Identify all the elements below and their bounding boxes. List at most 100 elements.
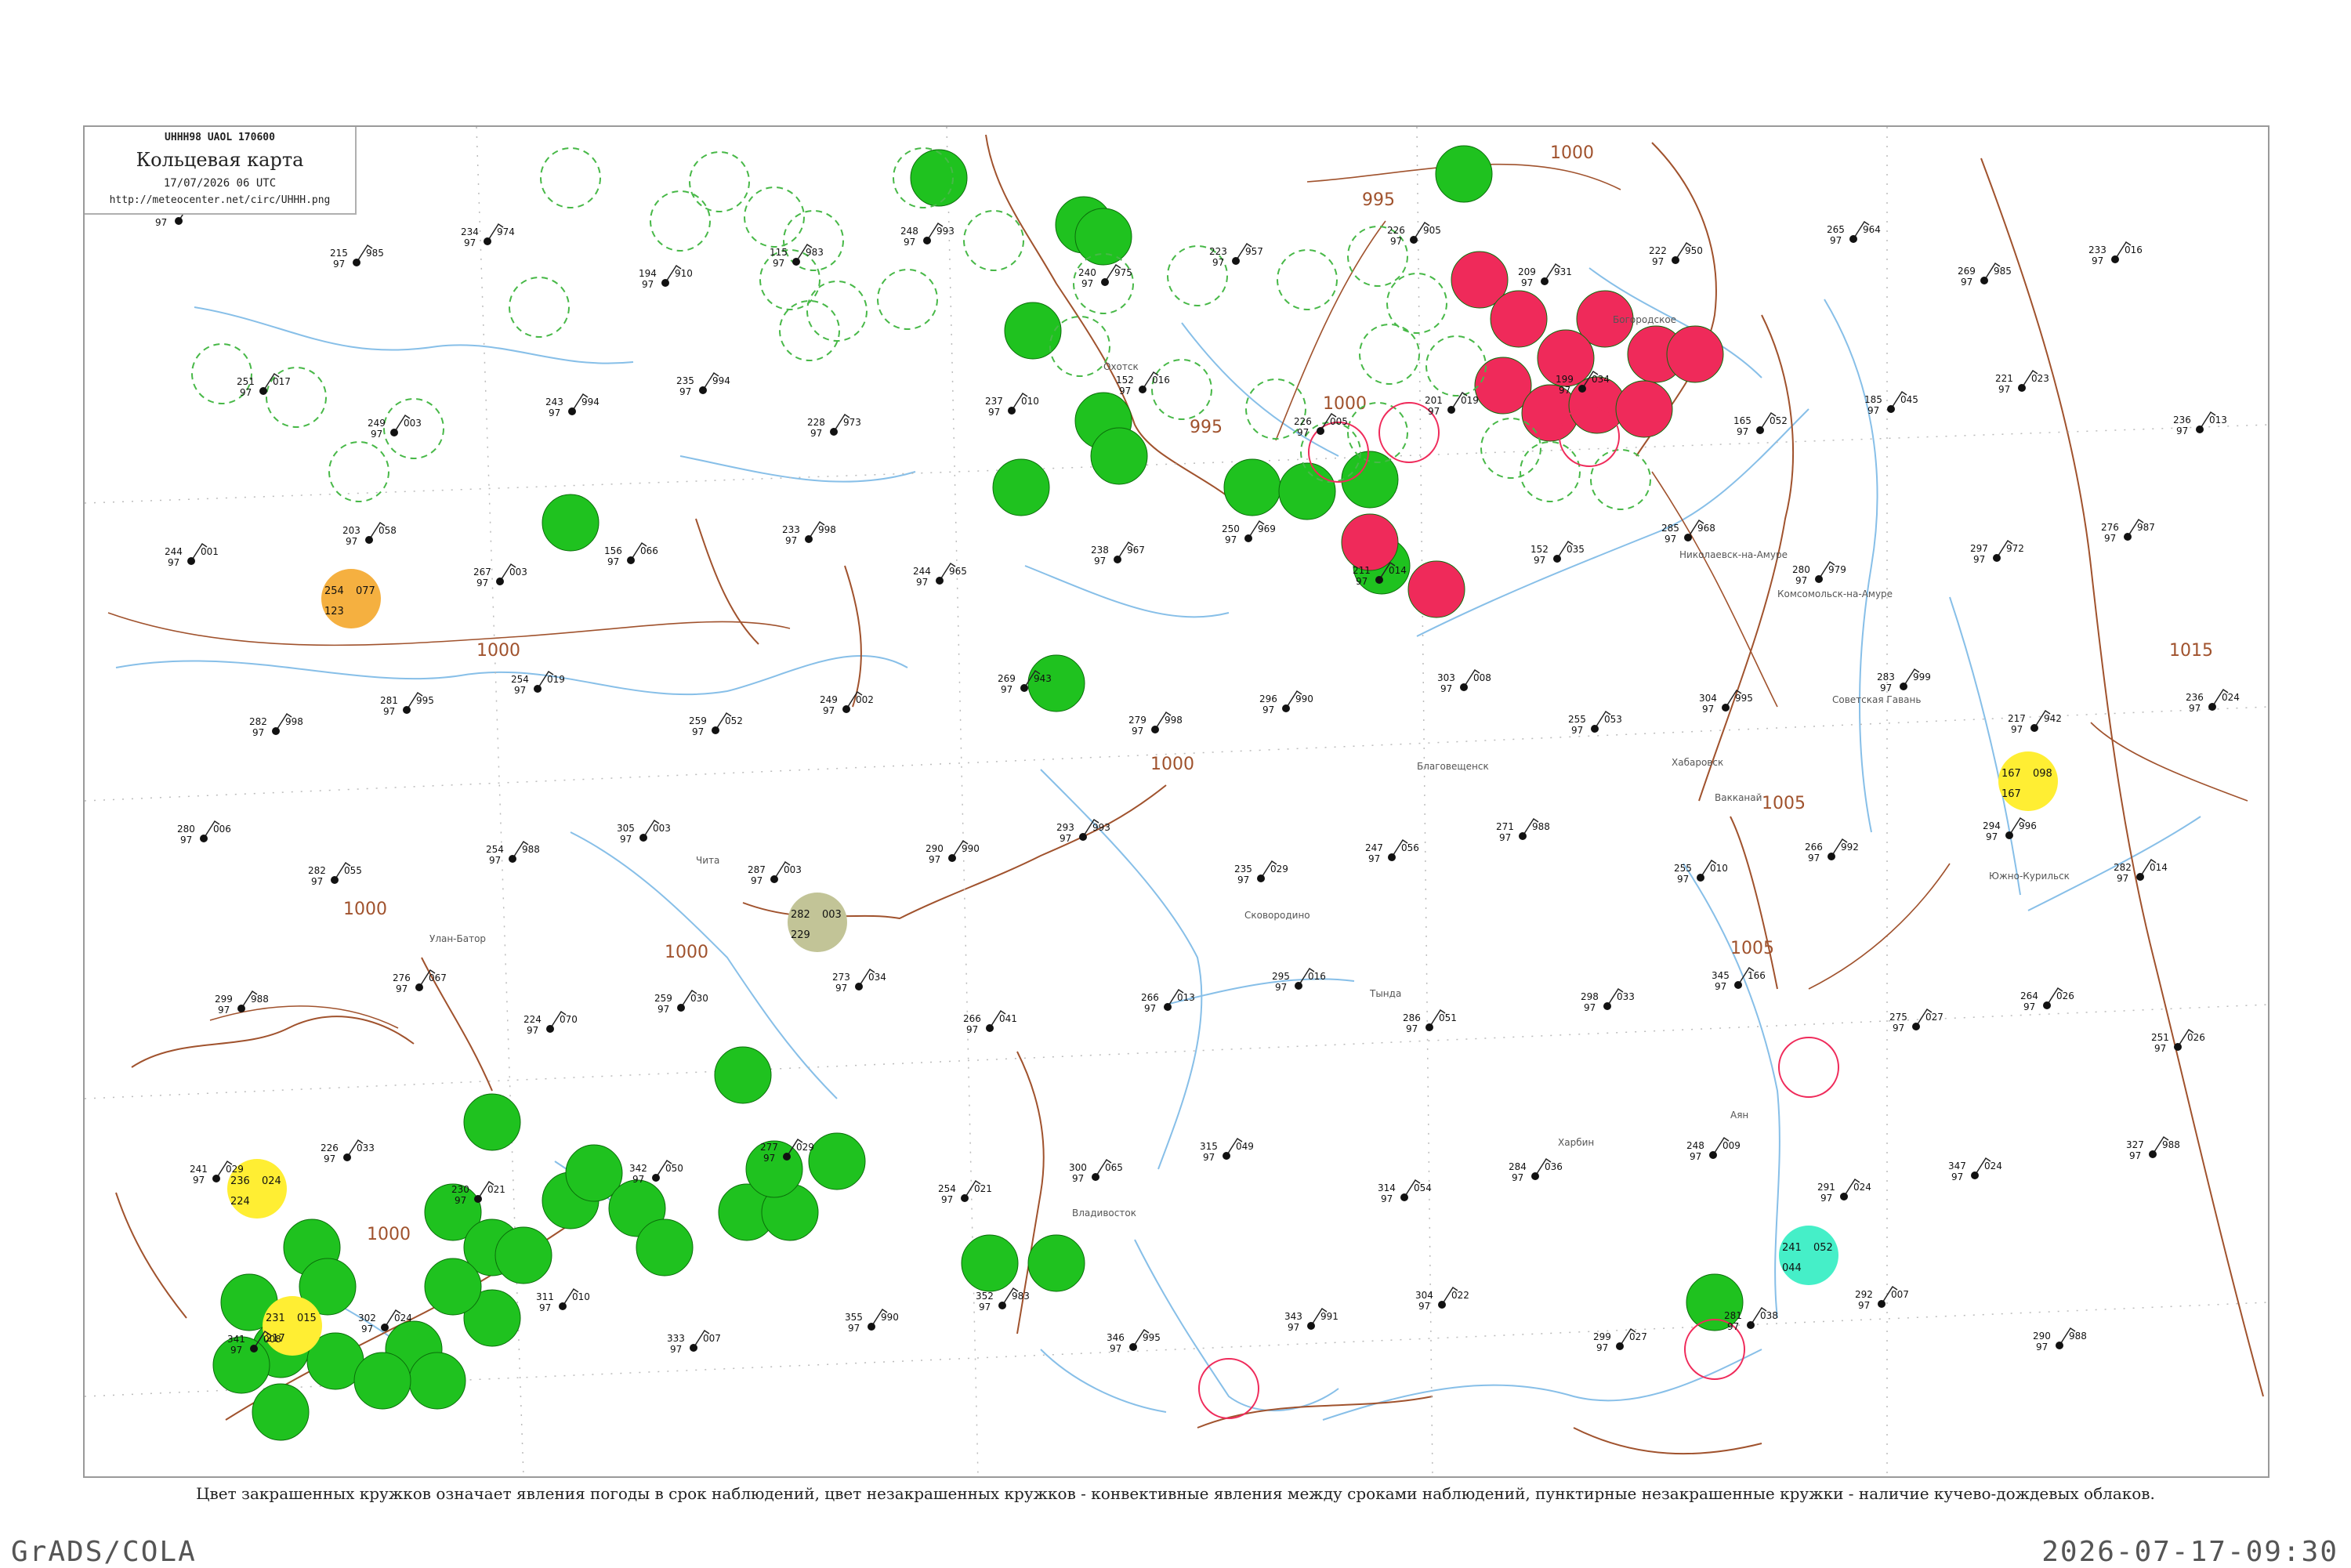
station-temperature: 264 <box>2020 990 2038 1001</box>
weather-map: 1000 995 995 1000 1000 1000 1005 1005 1015 1000 10… <box>83 125 2269 1478</box>
station-visibility: 97 <box>1998 384 2010 395</box>
station-pressure: 990 <box>881 1312 899 1323</box>
station-visibility: 97 <box>1212 257 1224 268</box>
cloud-cover-icon <box>2174 1043 2182 1051</box>
station-visibility: 97 <box>979 1302 991 1313</box>
place-name-label: Южно-Курильск <box>1989 871 2070 882</box>
station-temperature: 282 <box>249 716 267 727</box>
station-visibility: 97 <box>1715 981 1726 992</box>
station-temperature: 279 <box>1128 715 1147 726</box>
station-temperature: 299 <box>1593 1331 1611 1342</box>
station-visibility: 97 <box>1418 1301 1430 1312</box>
station-pressure: 005 <box>1330 416 1348 427</box>
station-plot: 266 013 97 <box>1141 988 1195 1014</box>
station-pressure: 051 <box>1439 1012 1457 1023</box>
station-plot: 244 001 97 <box>165 542 219 568</box>
place-name-label: Богородское <box>1613 314 1676 325</box>
station-plot: 333 007 97 <box>667 1329 721 1355</box>
station-temperature: 243 <box>545 397 563 407</box>
cloud-cover-icon <box>2149 1150 2157 1158</box>
station-temperature: 276 <box>2101 522 2119 533</box>
station-plot: 285 968 97 <box>1661 519 1715 545</box>
station-temperature: 250 <box>1222 523 1240 534</box>
cloud-cover-icon <box>1684 534 1692 541</box>
cloud-cover-icon <box>961 1194 969 1202</box>
isobar-label: 1000 <box>1550 143 1594 163</box>
station-plot: 238 967 97 <box>1091 541 1145 567</box>
station-plot: 217 942 97 <box>2008 709 2062 735</box>
cb-cloud-ring <box>383 398 444 459</box>
station-pressure: 967 <box>1127 545 1145 556</box>
cloud-cover-icon <box>1531 1172 1539 1180</box>
station-plot: 281 995 97 <box>380 691 434 717</box>
station-visibility: 97 <box>1867 405 1879 416</box>
station-visibility: 97 <box>1986 831 1998 842</box>
station-temperature: 281 <box>1724 1310 1742 1321</box>
place-name-label: Комсомольск-на-Амуре <box>1777 588 1893 599</box>
place-name-label: Владивосток <box>1072 1208 1136 1219</box>
station-temperature: 290 <box>926 843 944 854</box>
station-visibility: 97 <box>1690 1151 1701 1162</box>
station-visibility: 97 <box>835 983 847 994</box>
cloud-cover-icon <box>546 1025 554 1033</box>
station-pressure: 996 <box>2019 820 2037 831</box>
station-visibility: 97 <box>1702 704 1714 715</box>
station-pressure: 024 <box>1984 1161 2002 1171</box>
station-visibility: 97 <box>1665 534 1676 545</box>
cloud-cover-icon <box>1878 1300 1886 1308</box>
station-pressure: 990 <box>1295 693 1313 704</box>
cloud-cover-icon <box>792 258 800 266</box>
station-temperature: 286 <box>1403 1012 1421 1023</box>
station-temperature: 201 <box>1425 395 1443 406</box>
station-plot: 303 008 97 <box>1437 668 1491 694</box>
station-temperature: 233 <box>2088 244 2106 255</box>
station-visibility: 97 <box>929 854 940 865</box>
station-pressure: 019 <box>547 674 565 685</box>
cb-cloud-ring <box>689 151 750 212</box>
station-plot: 224 070 97 <box>523 1010 578 1036</box>
cloud-cover-icon <box>484 237 491 245</box>
cb-cloud-ring <box>1386 273 1447 334</box>
station-visibility: 97 <box>1499 832 1511 843</box>
station-temperature: 314 <box>1378 1182 1396 1193</box>
cloud-cover-icon <box>842 705 850 713</box>
station-visibility: 97 <box>2154 1043 2166 1054</box>
station-pressure: 965 <box>949 566 967 577</box>
station-plot: 327 988 97 <box>2126 1135 2180 1161</box>
station-plot: 226 905 97 <box>1387 221 1441 247</box>
station-pressure: 014 <box>1389 565 1407 576</box>
station-plot: 273 034 97 <box>832 968 886 994</box>
weather-station-shower: 254 077 123 <box>321 569 381 628</box>
station-pressure: 016 <box>1308 971 1326 982</box>
station-plot: 292 007 97 <box>1855 1285 1909 1311</box>
station-pressure: 008 <box>1473 672 1491 683</box>
graticule-layer <box>85 127 2268 1476</box>
station-plot: 298 033 97 <box>1581 987 1635 1013</box>
station-plot: 290 988 97 <box>2033 1327 2087 1353</box>
cloud-cover-icon <box>1079 833 1087 841</box>
station-pressure: 066 <box>640 545 658 556</box>
station-pressure: 910 <box>675 268 693 279</box>
cloud-cover-icon <box>677 1004 685 1012</box>
place-name-label: Тында <box>1369 988 1401 999</box>
cloud-cover-icon <box>1815 575 1823 583</box>
rain-station-circle <box>910 149 968 207</box>
station-pressure: 166 <box>1748 970 1766 981</box>
cb-cloud-ring <box>1425 335 1487 397</box>
station-temperature: 303 <box>1437 672 1455 683</box>
station-dewpoint: 229 <box>791 929 810 941</box>
cloud-cover-icon <box>1425 1023 1433 1031</box>
cloud-cover-icon <box>237 1005 245 1012</box>
station-temperature: 284 <box>1509 1161 1527 1172</box>
station-pressure: 027 <box>1629 1331 1647 1342</box>
station-plot: 291 024 97 <box>1817 1178 1871 1204</box>
haze-station-circle <box>1998 751 2058 811</box>
cb-cloud-ring <box>650 190 711 252</box>
cloud-cover-icon <box>1541 277 1549 285</box>
rain-station-circle <box>408 1352 466 1410</box>
station-visibility: 97 <box>240 387 252 398</box>
water-layer <box>115 267 2201 1421</box>
station-plot: 251 026 97 <box>2151 1028 2205 1054</box>
station-temperature: 345 <box>1712 970 1730 981</box>
cloud-cover-icon <box>1020 684 1028 692</box>
